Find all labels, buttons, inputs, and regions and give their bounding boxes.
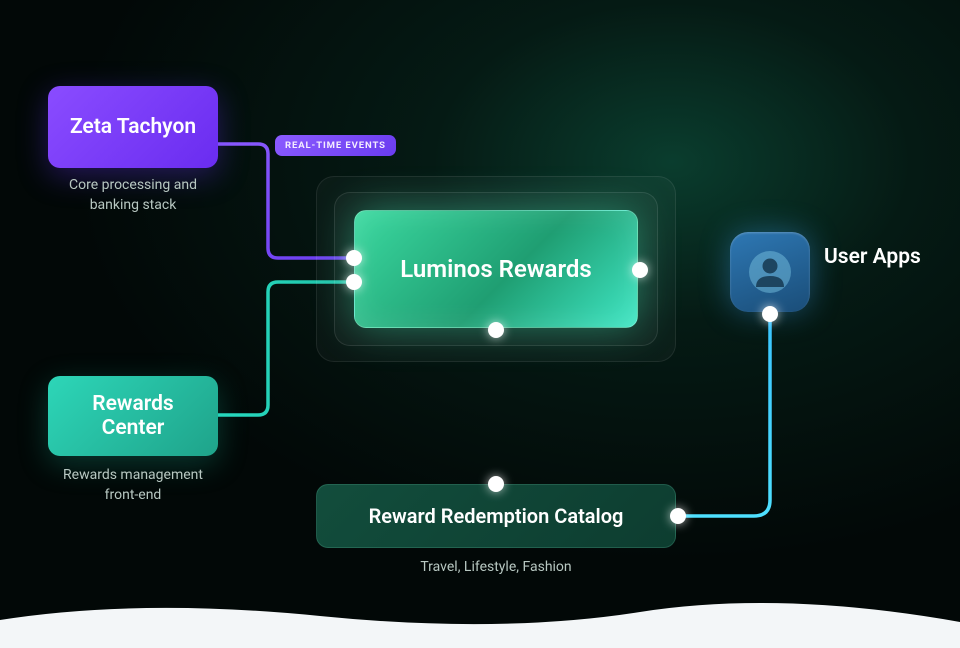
luminos-title: Luminos Rewards [400, 255, 591, 284]
connector-dot [346, 250, 362, 266]
node-reward-redemption-catalog: Reward Redemption Catalog [316, 484, 676, 548]
rewards-center-subtitle: Rewards management front-end [48, 466, 218, 505]
architecture-diagram: Zeta Tachyon Core processing and banking… [0, 0, 960, 648]
node-rewards-center: Rewards Center [48, 376, 218, 456]
zeta-title: Zeta Tachyon [70, 115, 196, 139]
connector-dot [762, 306, 778, 322]
connector-dot [632, 262, 648, 278]
connector-dot [670, 508, 686, 524]
badge-realtime-events: REAL-TIME EVENTS [275, 135, 396, 156]
user-apps-label: User Apps [824, 244, 921, 270]
bottom-wave [0, 592, 960, 648]
connector-dot [488, 322, 504, 338]
user-icon [747, 249, 793, 295]
node-user-apps [730, 232, 810, 312]
connector-dot [346, 274, 362, 290]
catalog-subtitle: Travel, Lifestyle, Fashion [316, 558, 676, 578]
zeta-subtitle: Core processing and banking stack [48, 176, 218, 215]
catalog-title: Reward Redemption Catalog [369, 504, 624, 528]
rewards-center-title: Rewards Center [68, 392, 198, 440]
connector-dot [488, 476, 504, 492]
node-zeta-tachyon: Zeta Tachyon [48, 86, 218, 168]
node-luminos-rewards: Luminos Rewards [354, 210, 638, 328]
